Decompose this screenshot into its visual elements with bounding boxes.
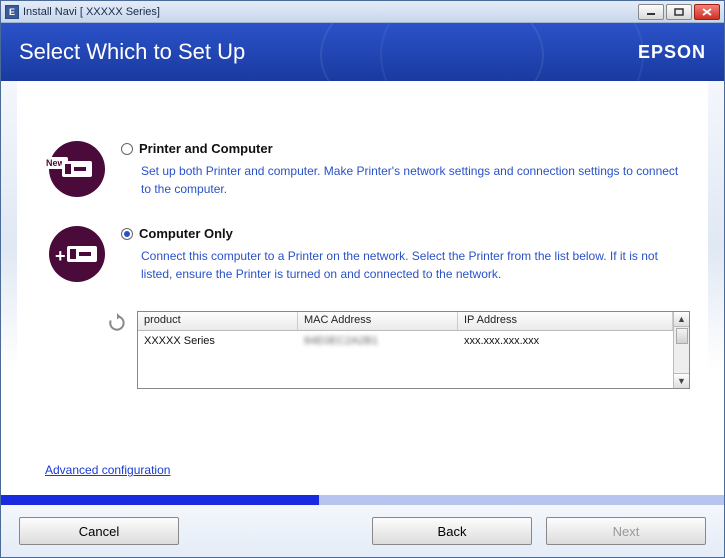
col-ip-address[interactable]: IP Address (458, 312, 673, 330)
badge-plus-icon: + (55, 246, 66, 267)
option1-head: Printer and Computer (121, 141, 690, 156)
scroll-thumb[interactable] (676, 328, 688, 344)
maximize-icon (674, 8, 684, 16)
cell-product: XXXXX Series (138, 333, 298, 349)
scroll-down-arrow-icon[interactable]: ▼ (674, 373, 689, 388)
maximize-button[interactable] (666, 4, 692, 20)
window-controls (638, 4, 720, 20)
scroll-up-arrow-icon[interactable]: ▲ (674, 312, 689, 327)
app-icon: E (5, 5, 19, 19)
next-button[interactable]: Next (546, 517, 706, 545)
cell-mac: 84E0EC2A2B1 (298, 333, 458, 349)
radio-printer-and-computer[interactable] (121, 143, 133, 155)
option-computer-only: + Computer Only Connect this computer to… (49, 226, 690, 283)
close-icon (702, 8, 712, 16)
cell-ip: xxx.xxx.xxx.xxx (458, 333, 673, 349)
option2-body: Computer Only Connect this computer to a… (121, 226, 690, 283)
titlebar: E Install Navi [ XXXXX Series] (1, 1, 724, 23)
printer-glyph-icon (67, 246, 97, 262)
minimize-button[interactable] (638, 4, 664, 20)
footer-right: Back Next (372, 517, 706, 545)
col-mac-address[interactable]: MAC Address (298, 312, 458, 330)
progress-fill (1, 495, 319, 505)
option2-description: Connect this computer to a Printer on th… (141, 247, 690, 283)
advanced-configuration-link[interactable]: Advanced configuration (45, 463, 170, 477)
option-printer-and-computer: New Printer and Computer Set up both Pri… (49, 141, 690, 198)
option2-head: Computer Only (121, 226, 690, 241)
brand-logo: EPSON (638, 42, 706, 63)
radio-computer-only[interactable] (121, 228, 133, 240)
printer-list-area: product MAC Address IP Address XXXXX Ser… (107, 311, 690, 389)
option1-description: Set up both Printer and computer. Make P… (141, 162, 690, 198)
close-button[interactable] (694, 4, 720, 20)
progress-bar (1, 495, 724, 505)
refresh-icon[interactable] (107, 313, 127, 333)
table-row[interactable]: XXXXX Series 84E0EC2A2B1 xxx.xxx.xxx.xxx (138, 331, 673, 351)
table-header: product MAC Address IP Address (138, 312, 673, 331)
back-button[interactable]: Back (372, 517, 532, 545)
option2-label: Computer Only (139, 226, 233, 241)
computer-only-icon: + (49, 226, 105, 282)
col-product[interactable]: product (138, 312, 298, 330)
option1-body: Printer and Computer Set up both Printer… (121, 141, 690, 198)
printer-table: product MAC Address IP Address XXXXX Ser… (137, 311, 690, 389)
vertical-scrollbar[interactable]: ▲ ▼ (673, 312, 689, 388)
option1-label: Printer and Computer (139, 141, 273, 156)
minimize-icon (646, 8, 656, 16)
page-title: Select Which to Set Up (19, 39, 245, 65)
header: Select Which to Set Up EPSON (1, 23, 724, 81)
content-area: New Printer and Computer Set up both Pri… (1, 81, 724, 495)
install-navi-window: E Install Navi [ XXXXX Series] Select Wh… (0, 0, 725, 558)
printer-glyph-icon (62, 161, 92, 177)
cancel-button[interactable]: Cancel (19, 517, 179, 545)
window-title: Install Navi [ XXXXX Series] (23, 6, 160, 18)
table-main: product MAC Address IP Address XXXXX Ser… (138, 312, 673, 388)
titlebar-left: E Install Navi [ XXXXX Series] (5, 5, 160, 19)
printer-computer-icon: New (49, 141, 105, 197)
footer: Cancel Back Next (1, 505, 724, 557)
content-inner: New Printer and Computer Set up both Pri… (17, 81, 708, 495)
